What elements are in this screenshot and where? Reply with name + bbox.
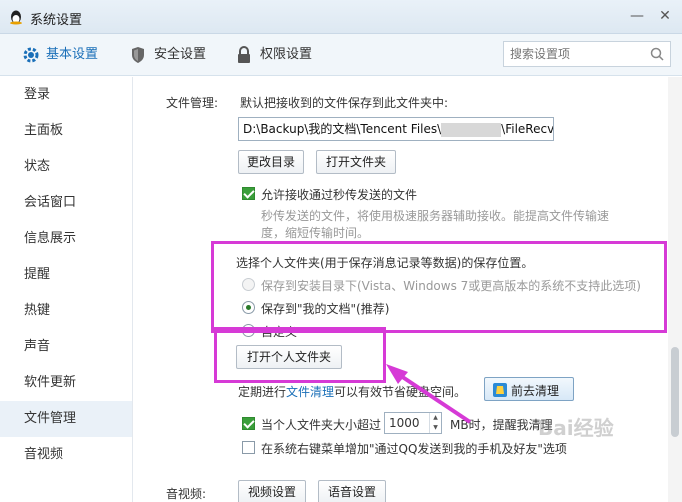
- sidebar: 登录 主面板 状态 会话窗口 信息展示 提醒 热键 声音 软件更新 文件管理 音…: [0, 77, 133, 502]
- sidebar-item-login[interactable]: 登录: [0, 77, 132, 113]
- size-reminder-prefix: 当个人文件夹大小超过: [261, 418, 382, 432]
- audio-video-section-label: 音视频:: [166, 487, 207, 501]
- fast-transfer-desc-line2: 度，缩短传输时间。: [261, 226, 370, 240]
- close-icon[interactable]: ✕: [654, 6, 676, 28]
- allow-fast-transfer-checkbox[interactable]: [242, 187, 255, 200]
- sidebar-item-chat-window[interactable]: 会话窗口: [0, 185, 132, 221]
- stepper-arrows-icon[interactable]: ▲ ▼: [429, 413, 441, 433]
- open-folder-button[interactable]: 打开文件夹: [316, 150, 396, 174]
- file-cleanup-link[interactable]: 文件清理: [286, 385, 334, 399]
- allow-fast-transfer-label: 允许接收通过秒传发送的文件: [261, 188, 418, 202]
- lock-icon: [238, 46, 250, 63]
- save-location-desc: 默认把接收到的文件保存到此文件夹中:: [240, 96, 449, 110]
- context-menu-label: 在系统右键菜单增加"通过QQ发送到我的手机及好友"选项: [261, 442, 567, 456]
- search-box[interactable]: [503, 41, 671, 67]
- sidebar-item-software-update[interactable]: 软件更新: [0, 365, 132, 401]
- minimize-icon[interactable]: —: [626, 6, 648, 28]
- search-input[interactable]: [504, 42, 644, 66]
- voice-settings-button[interactable]: 语音设置: [318, 480, 386, 502]
- gear-icon: [23, 47, 39, 63]
- shield-icon: [132, 47, 144, 63]
- video-settings-button[interactable]: 视频设置: [238, 480, 306, 502]
- sidebar-item-main-panel[interactable]: 主面板: [0, 113, 132, 149]
- context-menu-checkbox[interactable]: [242, 441, 255, 454]
- tab-basic-settings[interactable]: 基本设置: [22, 34, 112, 76]
- size-reminder-checkbox[interactable]: [242, 417, 255, 430]
- size-limit-stepper[interactable]: 1000 ▲ ▼: [384, 412, 442, 434]
- cleanup-hint: 定期进行文件清理可以有效节省硬盘空间。: [238, 385, 467, 399]
- scrollbar[interactable]: [668, 77, 682, 502]
- sidebar-item-info-display[interactable]: 信息展示: [0, 221, 132, 257]
- tab-permission-settings[interactable]: 权限设置: [236, 34, 326, 76]
- scrollbar-thumb[interactable]: [671, 347, 679, 437]
- file-mgmt-section-label: 文件管理:: [166, 96, 219, 110]
- download-path-field[interactable]: D:\Backup\我的文档\Tencent Files\ \FileRecv\: [238, 117, 554, 141]
- sidebar-item-reminders[interactable]: 提醒: [0, 257, 132, 293]
- fast-transfer-desc-line1: 秒传发送的文件，将使用极速服务器辅助接收。能提高文件传输速: [261, 209, 610, 223]
- go-clean-button[interactable]: 前去清理: [484, 377, 574, 401]
- highlight-box-personal-folder: [211, 241, 667, 333]
- highlight-box-open-button: [214, 327, 386, 383]
- redacted-username: [441, 122, 502, 137]
- change-directory-button[interactable]: 更改目录: [238, 150, 304, 174]
- window-title: 系统设置: [30, 13, 83, 28]
- tab-security-settings[interactable]: 安全设置: [130, 34, 220, 76]
- tab-bar: 基本设置 安全设置 权限设置: [0, 34, 682, 76]
- sidebar-item-audio-video[interactable]: 音视频: [0, 437, 132, 473]
- title-bar: 系统设置 — ✕: [0, 0, 682, 34]
- sidebar-item-status[interactable]: 状态: [0, 149, 132, 185]
- sidebar-item-file-management[interactable]: 文件管理: [0, 401, 132, 437]
- sidebar-item-hotkeys[interactable]: 热键: [0, 293, 132, 329]
- qq-penguin-icon: [10, 10, 22, 25]
- search-icon[interactable]: [650, 47, 664, 61]
- broom-icon: [493, 383, 507, 397]
- sidebar-item-sound[interactable]: 声音: [0, 329, 132, 365]
- baidu-watermark: Bai经验: [538, 416, 614, 440]
